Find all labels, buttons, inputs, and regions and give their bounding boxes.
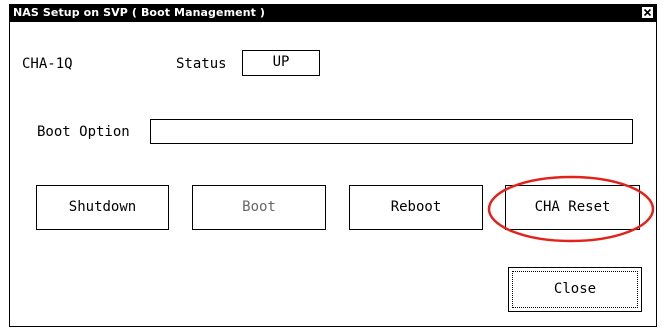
close-icon[interactable] [642, 7, 653, 18]
shutdown-button[interactable]: Shutdown [36, 185, 169, 230]
window-title: NAS Setup on SVP ( Boot Management ) [13, 6, 266, 19]
boot-button[interactable]: Boot [192, 185, 326, 230]
status-label: Status [176, 56, 227, 72]
reboot-button[interactable]: Reboot [349, 185, 483, 230]
close-button[interactable]: Close [508, 267, 642, 312]
title-bar: NAS Setup on SVP ( Boot Management ) [10, 5, 656, 22]
status-value: UP [242, 50, 320, 76]
cha-reset-button[interactable]: CHA Reset [505, 185, 640, 230]
close-button-label: Close [553, 281, 597, 297]
boot-management-dialog: NAS Setup on SVP ( Boot Management ) CHA… [9, 4, 657, 327]
boot-option-input[interactable] [150, 119, 633, 144]
device-name: CHA-1Q [22, 56, 73, 72]
boot-option-label: Boot Option [37, 124, 130, 140]
